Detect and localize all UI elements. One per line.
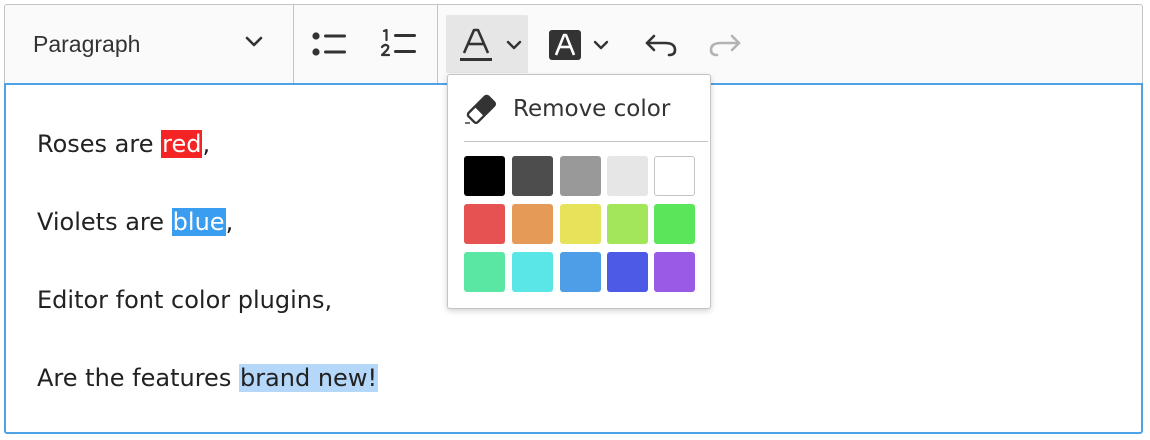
selected-text: brand new! [238, 364, 379, 392]
color-swatch-turquoise[interactable] [512, 252, 553, 292]
color-swatch-light-blue[interactable] [560, 252, 601, 292]
remove-color-label: Remove color [513, 96, 671, 122]
color-swatch-black[interactable] [464, 156, 505, 196]
color-swatch-grid [464, 156, 698, 296]
eraser-icon [465, 94, 497, 125]
undo-button[interactable] [633, 15, 689, 73]
paragraph-1: Roses are red, [37, 129, 210, 159]
numbered-list-button[interactable] [371, 15, 427, 73]
paragraph-4: Are the features brand new! [37, 363, 379, 393]
toolbar-divider [293, 5, 294, 83]
text-segment: Are the features [37, 364, 239, 392]
dropdown-divider [464, 141, 708, 142]
paragraph-3: Editor font color plugins, [37, 285, 332, 315]
color-swatch-blue[interactable] [607, 252, 648, 292]
color-swatch-yellow[interactable] [560, 204, 601, 244]
bulleted-list-icon [312, 32, 346, 56]
text-segment: , [225, 208, 234, 236]
color-swatch-purple[interactable] [654, 252, 695, 292]
undo-icon [645, 34, 677, 57]
redo-icon [709, 34, 741, 57]
color-swatch-light-grey[interactable] [607, 156, 648, 196]
redo-button[interactable] [697, 15, 753, 73]
font-background-icon [549, 30, 581, 60]
text-segment: Editor font color plugins, [37, 286, 333, 314]
chevron-down-icon [245, 36, 263, 47]
color-swatch-red[interactable] [464, 204, 505, 244]
font-color-dropdown: Remove color [447, 74, 711, 309]
color-swatch-green[interactable] [654, 204, 695, 244]
chevron-down-icon [593, 40, 609, 50]
color-swatch-dim-grey[interactable] [512, 156, 553, 196]
toolbar-divider [437, 5, 438, 83]
blue-highlighted-text: blue [171, 208, 226, 236]
heading-dropdown-label: Paragraph [33, 31, 141, 57]
red-highlighted-text: red [161, 130, 203, 158]
text-segment: Roses are [37, 130, 162, 158]
color-swatch-white[interactable] [654, 156, 695, 196]
font-color-icon [460, 28, 492, 61]
editor-toolbar: Paragraph [4, 4, 1143, 83]
bulleted-list-button[interactable] [305, 15, 361, 73]
remove-color-button[interactable]: Remove color [448, 75, 710, 141]
text-segment: , [202, 130, 211, 158]
color-swatch-orange[interactable] [512, 204, 553, 244]
heading-dropdown[interactable]: Paragraph [5, 5, 293, 83]
chevron-down-icon [506, 40, 522, 50]
numbered-list-icon [380, 29, 416, 57]
font-background-color-button[interactable] [541, 15, 615, 73]
paragraph-2: Violets are blue, [37, 207, 233, 237]
color-swatch-light-green[interactable] [607, 204, 648, 244]
text-segment: Violets are [37, 208, 172, 236]
color-swatch-grey[interactable] [560, 156, 601, 196]
font-color-button[interactable] [446, 15, 528, 73]
color-swatch-aquamarine[interactable] [464, 252, 505, 292]
